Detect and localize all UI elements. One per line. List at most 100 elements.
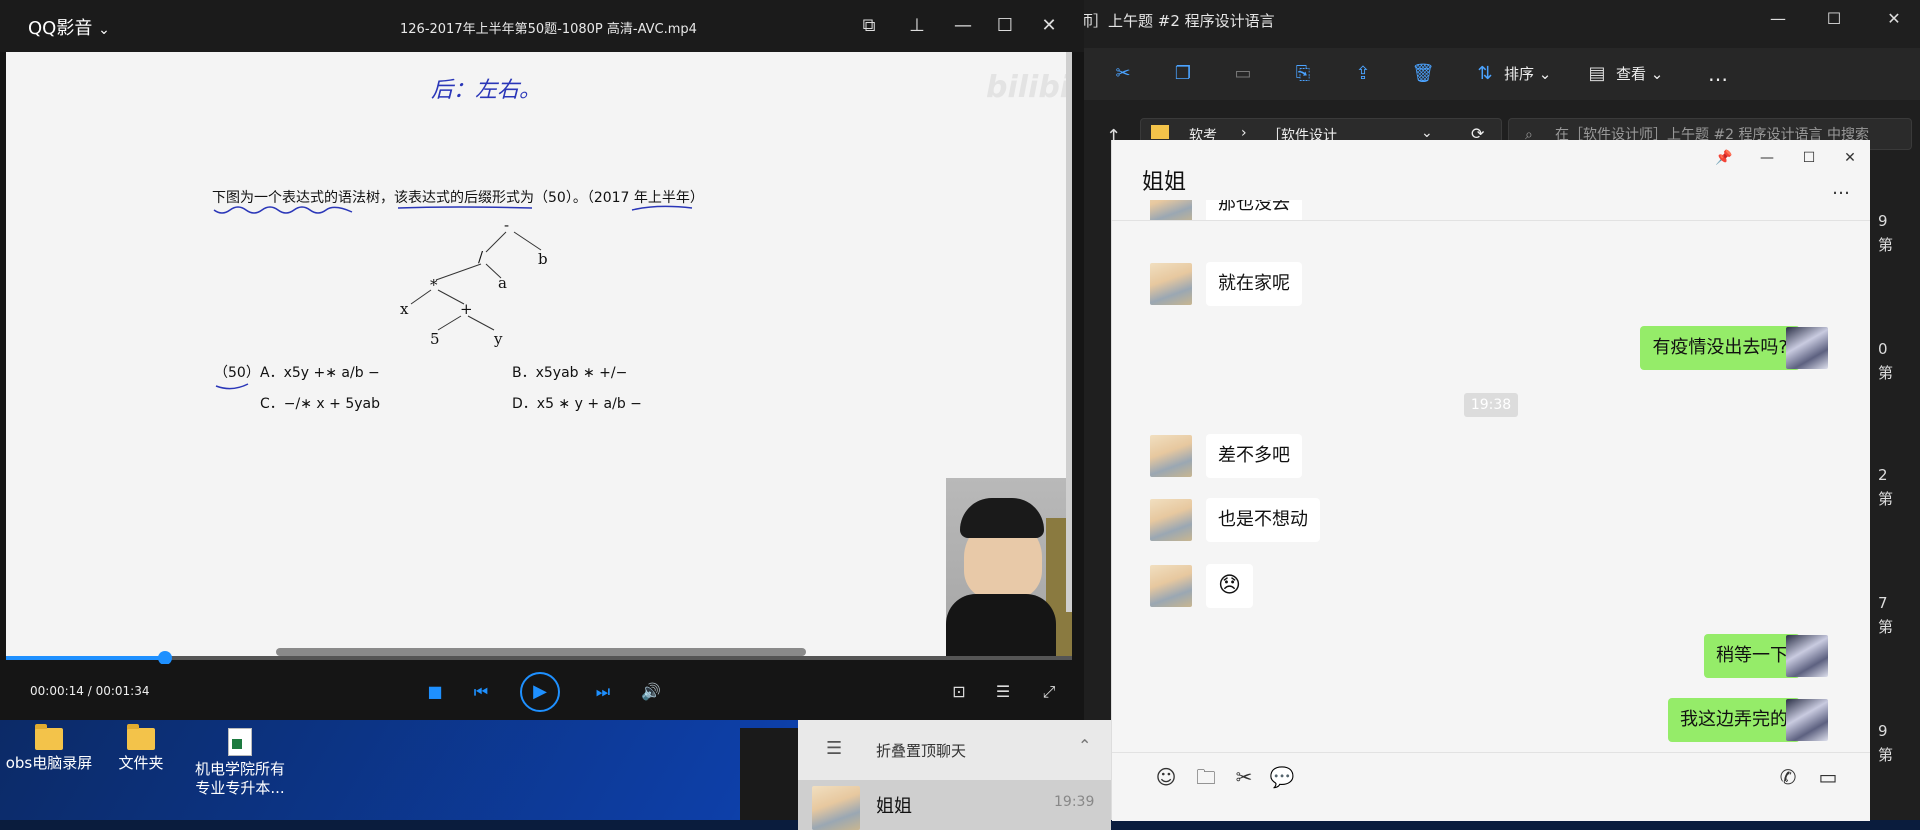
handwritten-underline [215, 383, 249, 390]
video-call-icon[interactable]: ▭ [1814, 763, 1842, 791]
taskbar-fragment [740, 728, 800, 820]
screenshot-icon[interactable]: ⊡ [946, 680, 972, 704]
player-titlebar: QQ影音 ⌄ 126-2017年上半年第50题-1080P 高清-AVC.mp4… [0, 0, 1084, 52]
chat-list-contact-name: 姐姐 [876, 796, 912, 817]
sort-button[interactable]: 排序 ⌄ [1504, 62, 1551, 86]
scissors-icon[interactable]: ✂ [1230, 763, 1258, 791]
webcam-overlay [946, 478, 1072, 660]
avatar[interactable] [1150, 263, 1192, 305]
view-button[interactable]: 查看 ⌄ [1616, 62, 1663, 86]
player-app-menu[interactable]: QQ影音 ⌄ [28, 14, 110, 40]
folded-pinned-chats[interactable]: ☰ 折叠置顶聊天 ⌃ [798, 720, 1111, 781]
message-bubble[interactable]: 也是不想动 [1206, 498, 1320, 542]
explorer-maximize-button[interactable]: ☐ [1816, 6, 1852, 32]
video-player-window: QQ影音 ⌄ 126-2017年上半年第50题-1080P 高清-AVC.mp4… [0, 0, 1084, 720]
cut-icon[interactable]: ✂ [1110, 62, 1136, 86]
desktop-icon-obs[interactable]: obs电脑录屏 [4, 724, 94, 773]
avatar[interactable] [1786, 699, 1828, 741]
desktop-icon-label: 文件夹 [118, 754, 164, 772]
list-fragment: 第 [1878, 490, 1894, 508]
maximize-button[interactable]: ☐ [1794, 146, 1824, 170]
avatar[interactable] [1150, 499, 1192, 541]
volume-icon[interactable]: 🔊 [638, 680, 664, 704]
paste-icon[interactable]: ▭ [1230, 62, 1256, 86]
list-fragment: 第 [1878, 364, 1894, 382]
folder-icon [35, 724, 63, 750]
stop-icon[interactable]: ■ [422, 680, 448, 704]
close-button[interactable]: ✕ [1835, 146, 1865, 170]
handwritten-note: 后：左右。 [431, 78, 542, 103]
chevron-up-icon[interactable]: ⌃ [1078, 736, 1091, 755]
more-options-button[interactable]: … [1708, 62, 1728, 86]
list-fragment: 2 [1878, 466, 1888, 484]
message-row: 我这边弄完的 [1112, 698, 1870, 742]
avatar [1150, 200, 1192, 220]
avatar [812, 786, 860, 830]
message-row: 有疫情没出去吗? [1112, 326, 1870, 370]
next-icon[interactable]: ⏭ [590, 680, 616, 704]
progress-handle[interactable] [157, 651, 172, 665]
copy-icon[interactable]: ❐ [1170, 62, 1196, 86]
emoji-message-bubble[interactable]: 😞 [1206, 564, 1253, 608]
list-fragment: 7 [1878, 594, 1888, 612]
minimize-button[interactable]: — [950, 14, 976, 38]
message-bubble[interactable]: 那也没去 [1206, 200, 1302, 220]
message-row: 😞 [1112, 564, 1870, 608]
chat-title: 姐姐 [1142, 170, 1187, 195]
tree-node: + [460, 300, 473, 318]
maximize-button[interactable]: ☐ [992, 14, 1018, 38]
chat-bubble-icon[interactable]: 💬 [1268, 763, 1296, 791]
chat-input-toolbar: ☺ 🗀 ✂ 💬 ✆ ▭ [1112, 752, 1870, 821]
sort-icon[interactable]: ⇅ [1472, 62, 1498, 86]
message-timestamp: 19:38 [1464, 393, 1518, 417]
message-bubble[interactable]: 就在家呢 [1206, 262, 1302, 306]
previous-icon[interactable]: ⏮ [468, 680, 494, 704]
tree-node: 5 [430, 330, 440, 348]
desktop-icon-spreadsheet[interactable]: 机电学院所有专业专升本... [190, 728, 290, 798]
handwritten-underlines [213, 205, 693, 214]
play-button[interactable]: ▶ [520, 672, 560, 712]
message-bubble[interactable]: 差不多吧 [1206, 434, 1302, 478]
folded-chats-label: 折叠置顶聊天 [876, 742, 967, 760]
bilibili-watermark: bilibili [986, 70, 1072, 105]
list-fragment: 0 [1878, 340, 1888, 358]
option-d: D．x5 ∗ y + a/b − [512, 396, 642, 412]
chat-list-time: 19:39 [1054, 794, 1095, 810]
avatar[interactable] [1786, 635, 1828, 677]
rename-icon[interactable]: ⎘ [1290, 62, 1316, 86]
explorer-close-button[interactable]: ✕ [1876, 6, 1912, 32]
mini-mode-icon[interactable]: ⧉ [856, 14, 882, 38]
folder-icon[interactable]: 🗀 [1192, 763, 1220, 791]
phone-icon[interactable]: ✆ [1774, 763, 1802, 791]
close-button[interactable]: ✕ [1036, 14, 1062, 38]
desktop-icon-folder[interactable]: 文件夹 [96, 724, 186, 773]
chat-more-button[interactable]: … [1832, 178, 1850, 199]
chevron-down-icon[interactable]: ⌄ [1421, 125, 1433, 141]
message-row: 也是不想动 [1112, 498, 1870, 542]
video-scrollbar[interactable] [1066, 52, 1072, 612]
avatar[interactable] [1786, 327, 1828, 369]
pin-icon[interactable]: ⊥ [904, 14, 930, 38]
avatar[interactable] [1150, 435, 1192, 477]
chat-list-item[interactable]: 姐姐 19:39 [798, 780, 1111, 830]
view-icon[interactable]: ▤ [1584, 62, 1610, 86]
spreadsheet-file-icon [228, 728, 252, 756]
emoji-icon[interactable]: ☺ [1152, 763, 1180, 791]
tree-node: - [504, 222, 509, 234]
settings-sliders-icon[interactable]: ☰ [990, 680, 1016, 704]
share-icon[interactable]: ⇪ [1350, 62, 1376, 86]
person-shirt [946, 594, 1056, 660]
avatar[interactable] [1150, 565, 1192, 607]
video-horizontal-scrollbar[interactable] [276, 648, 806, 656]
chevron-right-icon: › [1241, 125, 1247, 141]
pin-icon[interactable]: 📌 [1709, 146, 1739, 170]
minimize-button[interactable]: — [1752, 146, 1782, 170]
message-bubble[interactable]: 我这边弄完的 [1668, 698, 1800, 742]
message-bubble[interactable]: 有疫情没出去吗? [1640, 326, 1800, 370]
delete-icon[interactable]: 🗑 [1410, 62, 1436, 86]
fullscreen-icon[interactable]: ⤢ [1036, 680, 1062, 704]
tree-node: b [538, 250, 548, 268]
video-frame[interactable]: bilibili 后：左右。 下图为一个表达式的语法树，该表达式的后缀形式为（5… [6, 52, 1072, 660]
explorer-minimize-button[interactable]: — [1760, 6, 1796, 32]
player-control-bar: 00:00:14 / 00:01:34 ■ ⏮ ▶ ⏭ 🔊 ⊡ ☰ ⤢ [0, 664, 1084, 720]
